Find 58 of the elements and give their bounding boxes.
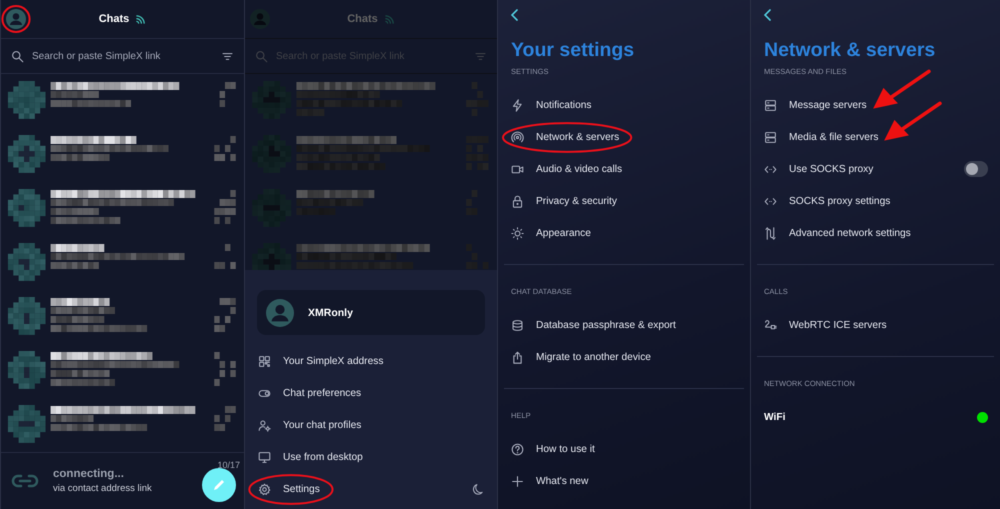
screen-title: Chats xyxy=(98,13,130,25)
settings-icon xyxy=(258,482,271,496)
profile-name: XMRonly xyxy=(308,306,353,318)
database-icon xyxy=(511,318,524,332)
lock-icon xyxy=(511,194,524,208)
help-icon xyxy=(511,442,524,456)
signal-icon xyxy=(384,14,395,24)
connection-type: WiFi xyxy=(764,412,786,422)
upload-box-icon xyxy=(511,350,524,364)
menu-item[interactable]: Advanced network settings xyxy=(764,226,911,240)
lightning-icon xyxy=(511,98,524,112)
menu-item[interactable]: How to use it xyxy=(511,442,595,456)
signal-icon xyxy=(135,14,146,24)
menu-item[interactable]: Audio & video calls xyxy=(511,162,622,176)
chat-name: connecting... xyxy=(53,468,125,480)
toggle-switch[interactable] xyxy=(964,161,988,177)
sun-icon xyxy=(511,226,524,240)
plus-icon xyxy=(511,474,524,488)
setting-label: Use SOCKS proxy xyxy=(789,164,874,174)
avatar-icon[interactable] xyxy=(6,9,26,29)
cable-icon xyxy=(764,226,777,240)
menu-item[interactable]: Privacy & security xyxy=(511,194,617,208)
menu-item[interactable]: SOCKS proxy settings xyxy=(764,194,890,208)
menu-item[interactable]: Migrate to another device xyxy=(511,350,651,364)
screen-title: Chats xyxy=(347,13,378,25)
link-icon xyxy=(11,473,39,489)
menu-item[interactable]: Chat preferences xyxy=(258,386,362,400)
server-icon xyxy=(764,130,777,144)
menu-item[interactable]: Your SimpleX address xyxy=(258,354,384,368)
back-icon[interactable] xyxy=(763,9,772,21)
menu-item[interactable]: Media & file servers xyxy=(764,130,878,144)
chat-preview: via contact address link xyxy=(53,483,152,494)
search-icon xyxy=(11,50,24,62)
video-camera-icon xyxy=(511,162,524,176)
moon-icon xyxy=(472,482,485,496)
menu-item[interactable]: Appearance xyxy=(511,226,591,240)
pencil-icon xyxy=(212,478,226,492)
menu-item[interactable]: Database passphrase & export xyxy=(511,318,676,332)
menu-item[interactable]: Use from desktop xyxy=(258,450,363,464)
menu-item[interactable]: Your chat profiles xyxy=(258,418,362,432)
server-icon xyxy=(764,98,777,112)
plug-icon xyxy=(764,318,777,332)
search-icon xyxy=(255,50,268,62)
monitor-icon xyxy=(258,450,271,464)
qr-code-icon xyxy=(258,354,271,368)
menu-item[interactable]: Message servers xyxy=(764,98,867,112)
search-field[interactable]: Search or paste SimpleX link xyxy=(32,50,213,62)
back-icon[interactable] xyxy=(510,9,519,21)
people-gear-icon xyxy=(258,418,271,432)
page-title: Network & servers xyxy=(763,38,936,63)
chat-time: 10/17 xyxy=(217,460,240,470)
menu-item[interactable]: WebRTC ICE servers xyxy=(764,318,887,332)
menu-item[interactable]: What's new xyxy=(511,474,588,488)
menu-item[interactable]: Notifications xyxy=(511,98,592,112)
antenna-icon xyxy=(511,130,524,144)
page-title: Your settings xyxy=(510,38,636,63)
compose-button[interactable] xyxy=(202,468,236,502)
profile-card[interactable]: XMRonly xyxy=(257,290,485,335)
